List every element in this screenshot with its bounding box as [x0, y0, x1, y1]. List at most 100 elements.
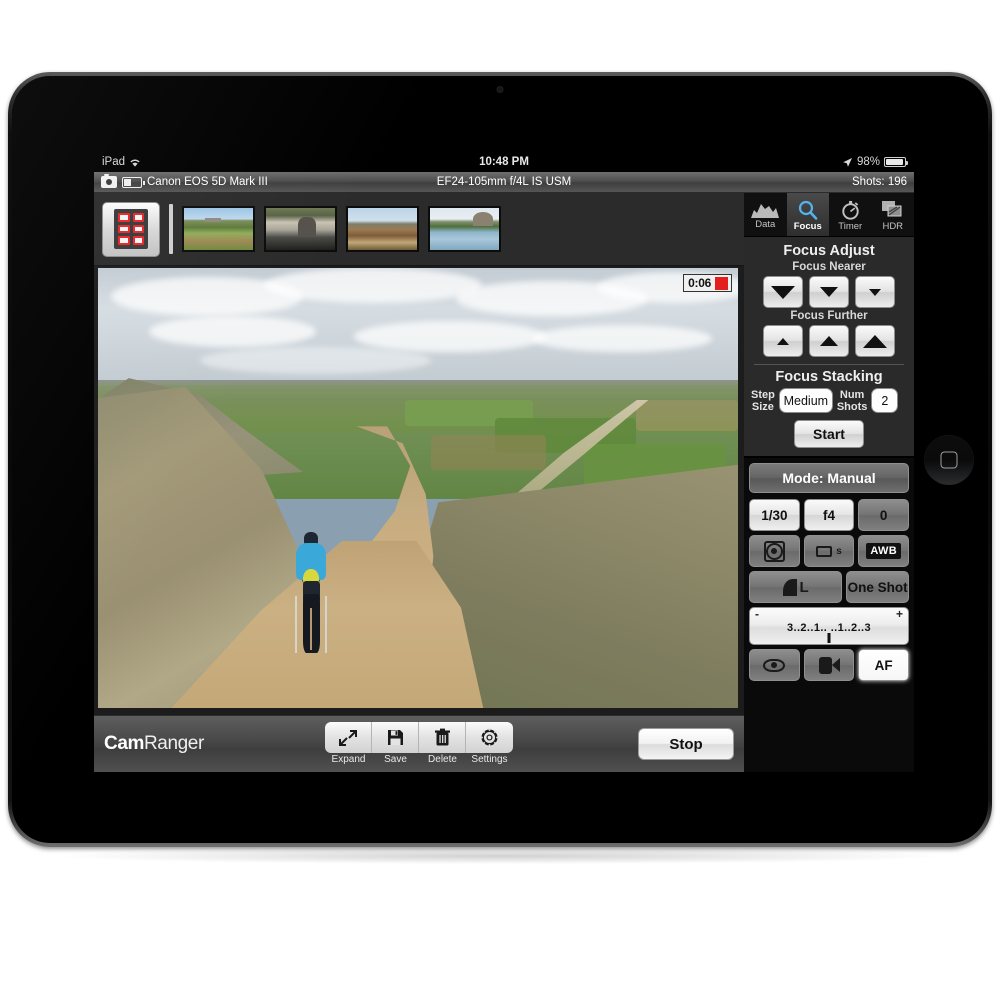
expand-button[interactable]: Expand: [325, 722, 372, 765]
tab-data[interactable]: Data: [744, 193, 787, 236]
af-mode-button[interactable]: One Shot: [846, 571, 909, 603]
image-quality-button[interactable]: L: [749, 571, 843, 603]
meter-needle: [827, 633, 831, 643]
delete-label: Delete: [428, 754, 457, 765]
focus-stacking-title: Focus Stacking: [775, 369, 883, 385]
layers-icon: [881, 200, 902, 216]
focus-nearer-medium-button[interactable]: [809, 276, 849, 308]
focus-further-label: Focus Further: [790, 310, 868, 322]
gear-icon: [466, 722, 513, 753]
num-shots-label: Num Shots: [836, 388, 868, 413]
settings-label: Settings: [471, 754, 508, 765]
eye-icon: [763, 658, 786, 672]
ios-status-bar: iPad 10:48 PM 98%: [94, 152, 914, 172]
drive-mode-letter: s: [836, 545, 842, 557]
focus-nearer-small-button[interactable]: [855, 276, 895, 308]
mode-icons-row: s AWB: [749, 535, 910, 567]
focus-nearer-large-button[interactable]: [763, 276, 803, 308]
stop-button[interactable]: Stop: [638, 728, 734, 760]
info-bar-left: Canon EOS 5D Mark III: [101, 174, 268, 188]
focus-nearer-label: Focus Nearer: [792, 261, 866, 273]
delete-button[interactable]: Delete: [419, 722, 466, 765]
thumbnail-3[interactable]: [346, 206, 419, 252]
status-bar-time: 10:48 PM: [479, 156, 529, 168]
strip-divider: [169, 204, 173, 254]
ipad-screen: iPad 10:48 PM 98% Canon EOS 5D Mark III …: [94, 152, 914, 772]
tab-focus[interactable]: Focus: [786, 193, 829, 236]
shutter-speed-button[interactable]: 1/30: [749, 499, 800, 531]
focus-nearer-buttons: [751, 276, 907, 308]
trash-icon: [419, 722, 466, 753]
save-label: Save: [384, 754, 407, 765]
camranger-logo: CamRanger: [104, 733, 204, 755]
camera-settings-panel: Mode: Manual 1/30 f4 0 s AWB L One Shot …: [744, 458, 914, 772]
metering-mode-icon: [763, 540, 785, 562]
image-quality-icon: L: [782, 578, 809, 596]
focus-stacking-controls: Step Size Medium Num Shots 2: [751, 388, 907, 413]
floppy-disk-icon: [372, 722, 419, 753]
exposure-row: 1/30 f4 0: [749, 499, 910, 531]
settings-button[interactable]: Settings: [466, 722, 513, 765]
thumbnail-1[interactable]: [182, 206, 255, 252]
device-shadow: [60, 848, 940, 864]
home-button[interactable]: [924, 434, 974, 485]
white-balance-button[interactable]: AWB: [858, 535, 910, 567]
control-sidebar: Data Focus Timer HDR Focus Adjust Focus …: [744, 193, 914, 772]
meter-minus-label: -: [755, 607, 759, 621]
tab-hdr-label: HDR: [882, 220, 904, 232]
focus-further-buttons: [751, 325, 907, 357]
save-button[interactable]: Save: [372, 722, 419, 765]
metering-mode-button[interactable]: [749, 535, 800, 567]
camera-model-label: Canon EOS 5D Mark III: [147, 176, 268, 188]
panel-divider: [754, 364, 904, 365]
af-button[interactable]: AF: [858, 649, 910, 681]
expand-icon: [325, 722, 372, 753]
shooting-mode-button[interactable]: Mode: Manual: [749, 463, 909, 493]
video-record-button[interactable]: [803, 649, 855, 681]
live-view-image[interactable]: 0:06: [98, 268, 738, 708]
focus-further-medium-button[interactable]: [809, 325, 849, 357]
sidebar-tabs: Data Focus Timer HDR: [744, 193, 914, 237]
focus-further-large-button[interactable]: [855, 325, 895, 357]
view-controls-row: AF: [749, 649, 910, 681]
brand-bold: Cam: [104, 733, 144, 754]
drive-mode-icon: s: [816, 545, 842, 557]
start-stacking-button[interactable]: Start: [794, 420, 864, 448]
histogram-icon: [751, 204, 780, 218]
shots-count-label: Shots: 196: [852, 176, 907, 188]
expand-label: Expand: [331, 754, 366, 765]
bottom-toolbar: CamRanger Expand Save Delete Settings St…: [94, 715, 744, 772]
hiker-subject: [293, 532, 329, 655]
thumbnail-2[interactable]: [264, 206, 337, 252]
home-button-square-icon: [940, 451, 958, 468]
tab-data-label: Data: [755, 219, 776, 230]
grid-view-button[interactable]: [102, 201, 160, 257]
brand-light: Ranger: [143, 733, 204, 754]
thumbnail-4[interactable]: [428, 206, 501, 252]
battery-percent-label: 98%: [856, 156, 880, 168]
magnifier-icon: [798, 200, 818, 220]
drive-mode-button[interactable]: s: [803, 535, 855, 567]
timer-label: 0:06: [688, 276, 711, 290]
focus-adjust-panel: Focus Adjust Focus Nearer Focus Further: [744, 237, 914, 458]
thumbnail-strip[interactable]: [94, 193, 744, 266]
camera-info-bar: Canon EOS 5D Mark III EF24-105mm f/4L IS…: [94, 172, 914, 193]
aperture-button[interactable]: f4: [803, 499, 855, 531]
live-view-container: 0:06: [94, 266, 744, 715]
num-shots-field[interactable]: 2: [871, 388, 899, 413]
main-column: 0:06 CamRanger Expand Save Delete Settin…: [94, 193, 744, 772]
iso-button[interactable]: 0: [858, 499, 910, 531]
ipad-device-frame: iPad 10:48 PM 98% Canon EOS 5D Mark III …: [8, 72, 992, 847]
tab-timer[interactable]: Timer: [829, 193, 872, 236]
recording-timer-badge: 0:06: [683, 274, 732, 292]
ipad-bezel: iPad 10:48 PM 98% Canon EOS 5D Mark III …: [12, 76, 988, 843]
exposure-meter[interactable]: - + 3..2..1.. ..1..2..3: [749, 607, 909, 645]
camera-icon: [101, 174, 117, 188]
step-size-field[interactable]: Medium: [778, 388, 833, 413]
meter-signs: - +: [755, 607, 903, 621]
live-view-toggle-button[interactable]: [749, 649, 800, 681]
tab-hdr[interactable]: HDR: [872, 193, 915, 236]
meter-plus-label: +: [895, 607, 903, 621]
focus-further-small-button[interactable]: [763, 325, 803, 357]
focus-adjust-title: Focus Adjust: [783, 243, 875, 259]
